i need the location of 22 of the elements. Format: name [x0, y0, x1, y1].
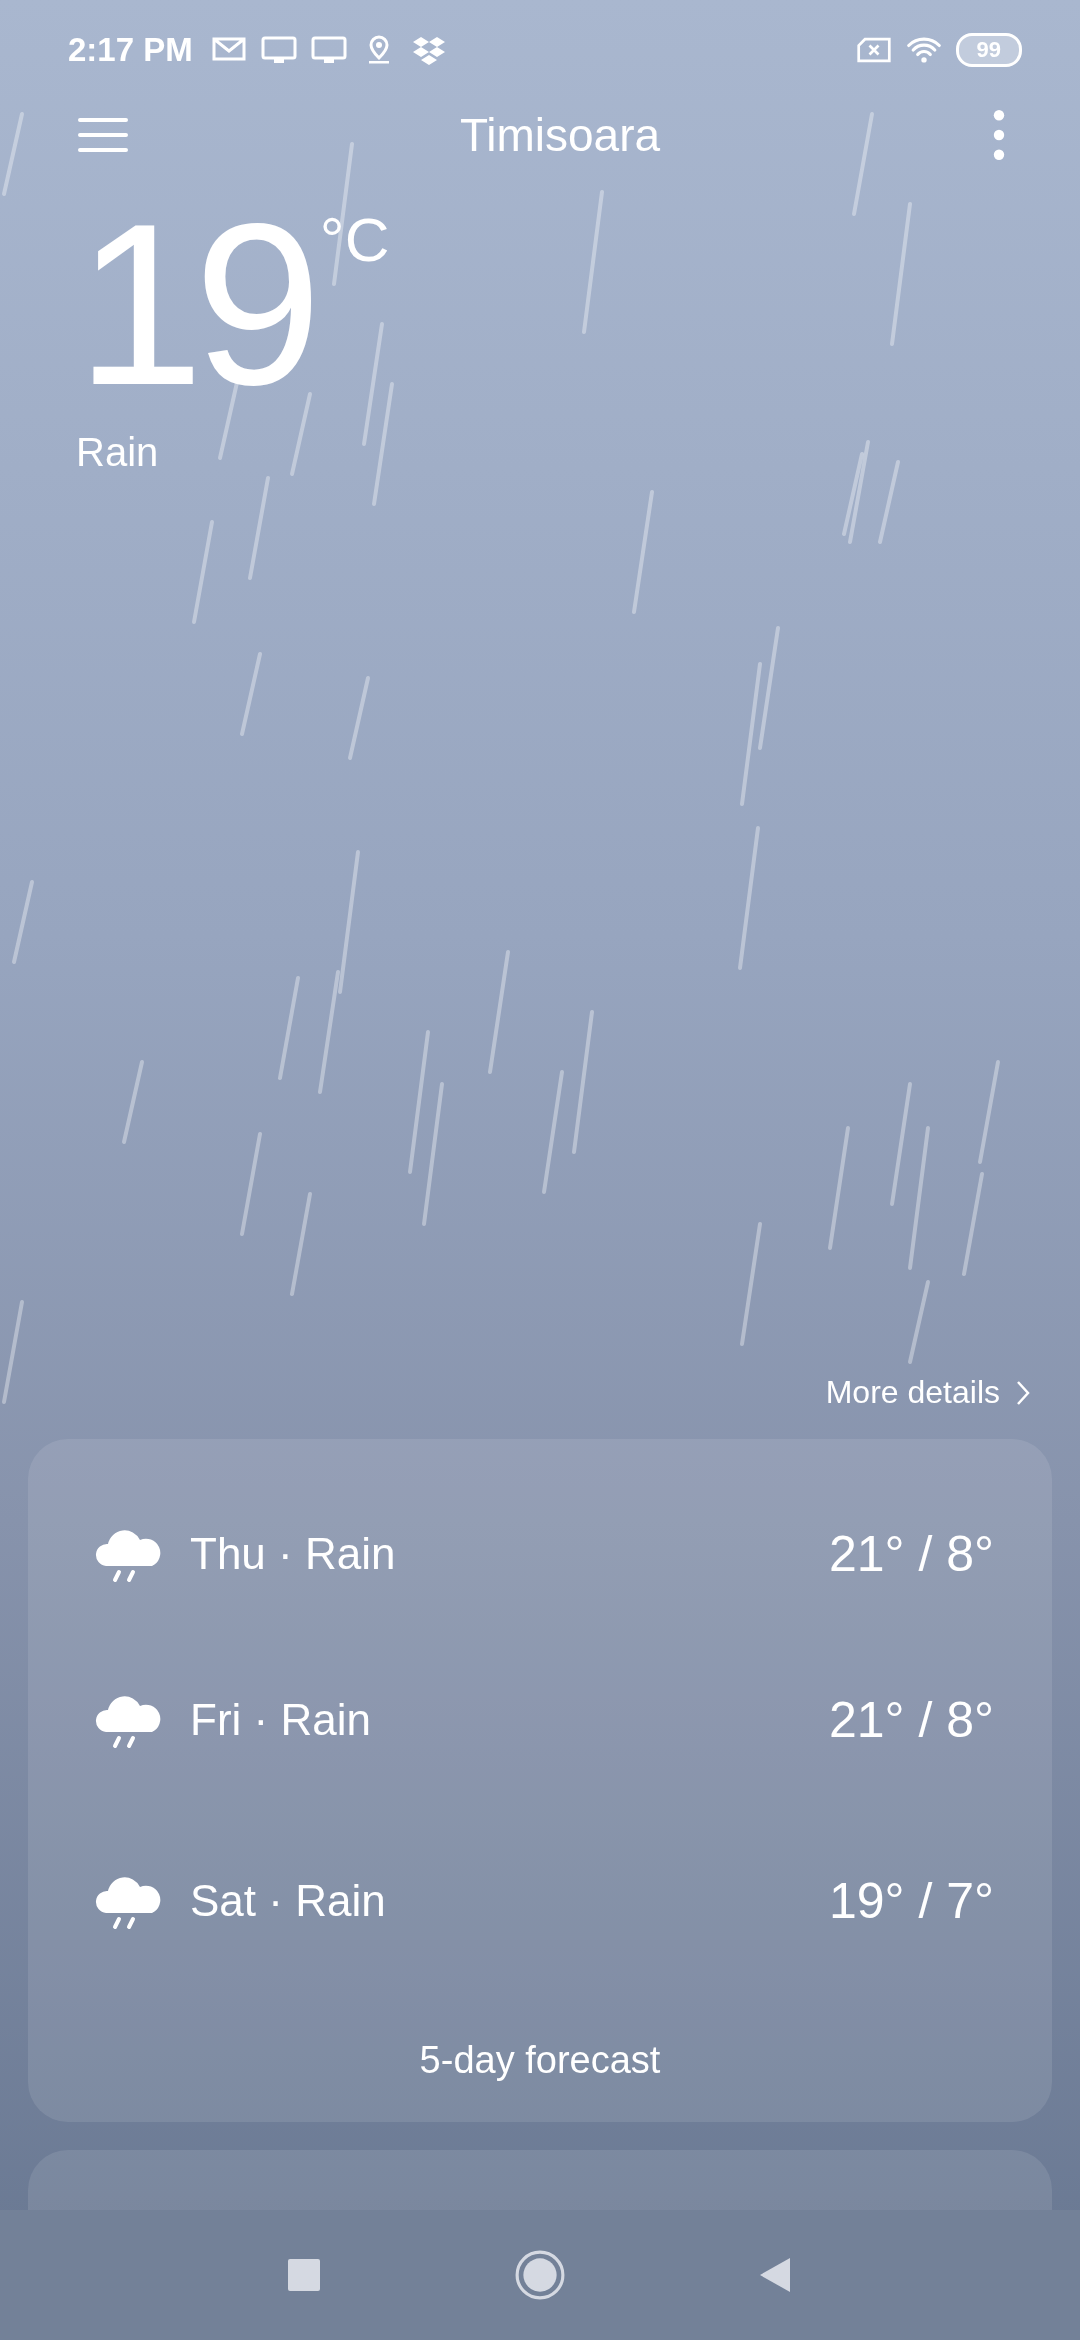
- forecast-day: Thu · Rain: [190, 1529, 829, 1579]
- city-title: Timisoara: [459, 108, 661, 162]
- forecast-temperatures: 21° / 8°: [828, 1525, 994, 1583]
- temperature-unit: °C: [319, 204, 390, 275]
- status-time: 2:17 PM: [68, 31, 193, 69]
- monitor-icon: [260, 34, 297, 66]
- battery-level: 99: [955, 33, 1022, 67]
- current-temperature: 19: [76, 190, 312, 420]
- forecast-row[interactable]: Fri · Rain 21° / 8°: [94, 1629, 994, 1810]
- forecast-row[interactable]: Sat · Rain 19° / 7°: [94, 1810, 994, 1991]
- forecast-row[interactable]: Thu · Rain 21° / 8°: [94, 1479, 994, 1629]
- forecast-temperatures: 21° / 8°: [828, 1690, 994, 1749]
- home-button[interactable]: [514, 2249, 566, 2301]
- forecast-temperatures: 19° / 7°: [828, 1871, 994, 1930]
- chevron-right-icon: [1016, 1379, 1030, 1406]
- monitor-icon: [310, 34, 347, 66]
- forecast-day: Fri · Rain: [190, 1694, 829, 1745]
- forecast-day: Sat · Rain: [190, 1875, 829, 1926]
- five-day-forecast-link[interactable]: 5-day forecast: [419, 2039, 661, 2082]
- more-options-icon[interactable]: [992, 109, 1006, 161]
- more-details-link[interactable]: More details: [825, 1374, 1030, 1411]
- current-condition: Rain: [76, 430, 159, 475]
